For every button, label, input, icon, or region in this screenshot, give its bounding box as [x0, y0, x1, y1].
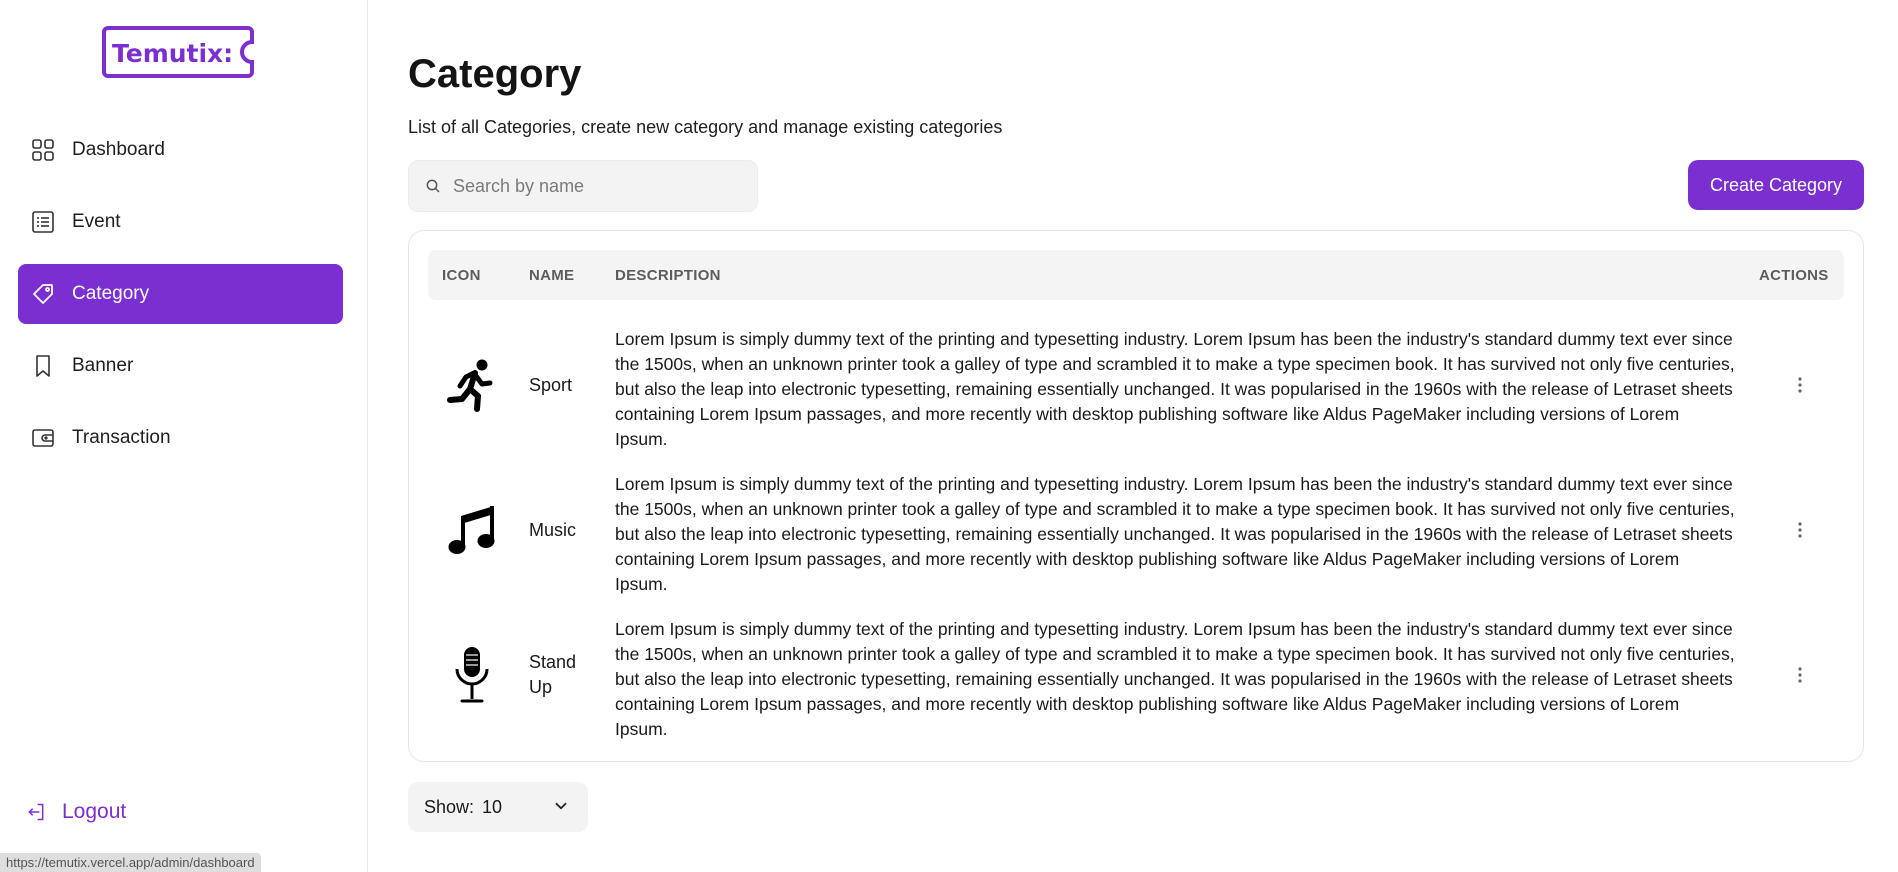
- table-row: Sport Lorem Ipsum is simply dummy text o…: [428, 313, 1844, 458]
- sidebar-item-label: Transaction: [72, 427, 171, 448]
- kebab-menu-icon: [1798, 522, 1802, 538]
- more-actions-button[interactable]: [1788, 373, 1812, 397]
- tag-icon: [30, 281, 56, 307]
- column-header-name: NAME: [529, 267, 575, 284]
- column-header-icon: ICON: [442, 267, 481, 284]
- column-header-actions: ACTIONS: [1759, 267, 1829, 284]
- wallet-icon: [30, 425, 56, 451]
- search-box[interactable]: [408, 160, 758, 212]
- sidebar-item-event[interactable]: Event: [18, 192, 343, 252]
- category-description: Lorem Ipsum is simply dummy text of the …: [615, 474, 1735, 594]
- table-row: Stand Up Lorem Ipsum is simply dummy tex…: [428, 603, 1844, 748]
- sidebar-item-label: Dashboard: [72, 139, 165, 160]
- create-category-button[interactable]: Create Category: [1688, 160, 1864, 210]
- category-description: Lorem Ipsum is simply dummy text of the …: [615, 619, 1735, 739]
- kebab-menu-icon: [1798, 667, 1802, 683]
- page-title: Category: [408, 52, 582, 96]
- sidebar-nav: Dashboard Event Category Banner Transact…: [18, 120, 343, 480]
- page-size-select[interactable]: Show: 10: [408, 782, 588, 832]
- sidebar-item-category[interactable]: Category: [18, 264, 343, 324]
- search-input[interactable]: [453, 175, 743, 197]
- logout-button[interactable]: Logout: [26, 800, 126, 824]
- page-subtitle: List of all Categories, create new categ…: [408, 117, 1003, 137]
- sidebar-item-label: Banner: [72, 355, 134, 376]
- status-bar-url: https://temutix.vercel.app/admin/dashboa…: [0, 853, 261, 872]
- sidebar-item-label: Category: [72, 283, 150, 304]
- search-icon: [425, 177, 443, 195]
- list-icon: [30, 209, 56, 235]
- more-actions-button[interactable]: [1788, 518, 1812, 542]
- kebab-menu-icon: [1798, 377, 1802, 393]
- logout-label: Logout: [62, 800, 127, 823]
- category-name: Music: [529, 520, 577, 540]
- logout-icon: [26, 801, 48, 823]
- category-name: Stand Up: [529, 652, 577, 697]
- category-name: Sport: [529, 375, 573, 395]
- chevron-down-icon: [555, 802, 567, 810]
- show-value: 10: [482, 796, 503, 817]
- sidebar-item-dashboard[interactable]: Dashboard: [18, 120, 343, 180]
- sidebar-item-banner[interactable]: Banner: [18, 336, 343, 396]
- category-table: ICON NAME DESCRIPTION ACTIONS Sport Lore…: [408, 230, 1864, 762]
- bookmark-icon: [30, 353, 56, 379]
- sidebar-item-label: Event: [72, 211, 121, 232]
- sidebar: Temutix: Dashboard Event Category Banner…: [0, 0, 368, 872]
- show-label: Show:: [424, 796, 475, 817]
- running-person-icon: [442, 355, 502, 415]
- category-description: Lorem Ipsum is simply dummy text of the …: [615, 329, 1735, 449]
- column-header-description: DESCRIPTION: [615, 267, 721, 284]
- temutix-logo[interactable]: Temutix:: [100, 24, 260, 80]
- grid-icon: [30, 137, 56, 163]
- sidebar-item-transaction[interactable]: Transaction: [18, 408, 343, 468]
- more-actions-button[interactable]: [1788, 663, 1812, 687]
- table-row: Music Lorem Ipsum is simply dummy text o…: [428, 458, 1844, 603]
- music-note-icon: [442, 500, 502, 560]
- microphone-icon: [442, 645, 502, 705]
- svg-text:Temutix:: Temutix:: [112, 39, 233, 68]
- table-header: ICON NAME DESCRIPTION ACTIONS: [428, 250, 1844, 300]
